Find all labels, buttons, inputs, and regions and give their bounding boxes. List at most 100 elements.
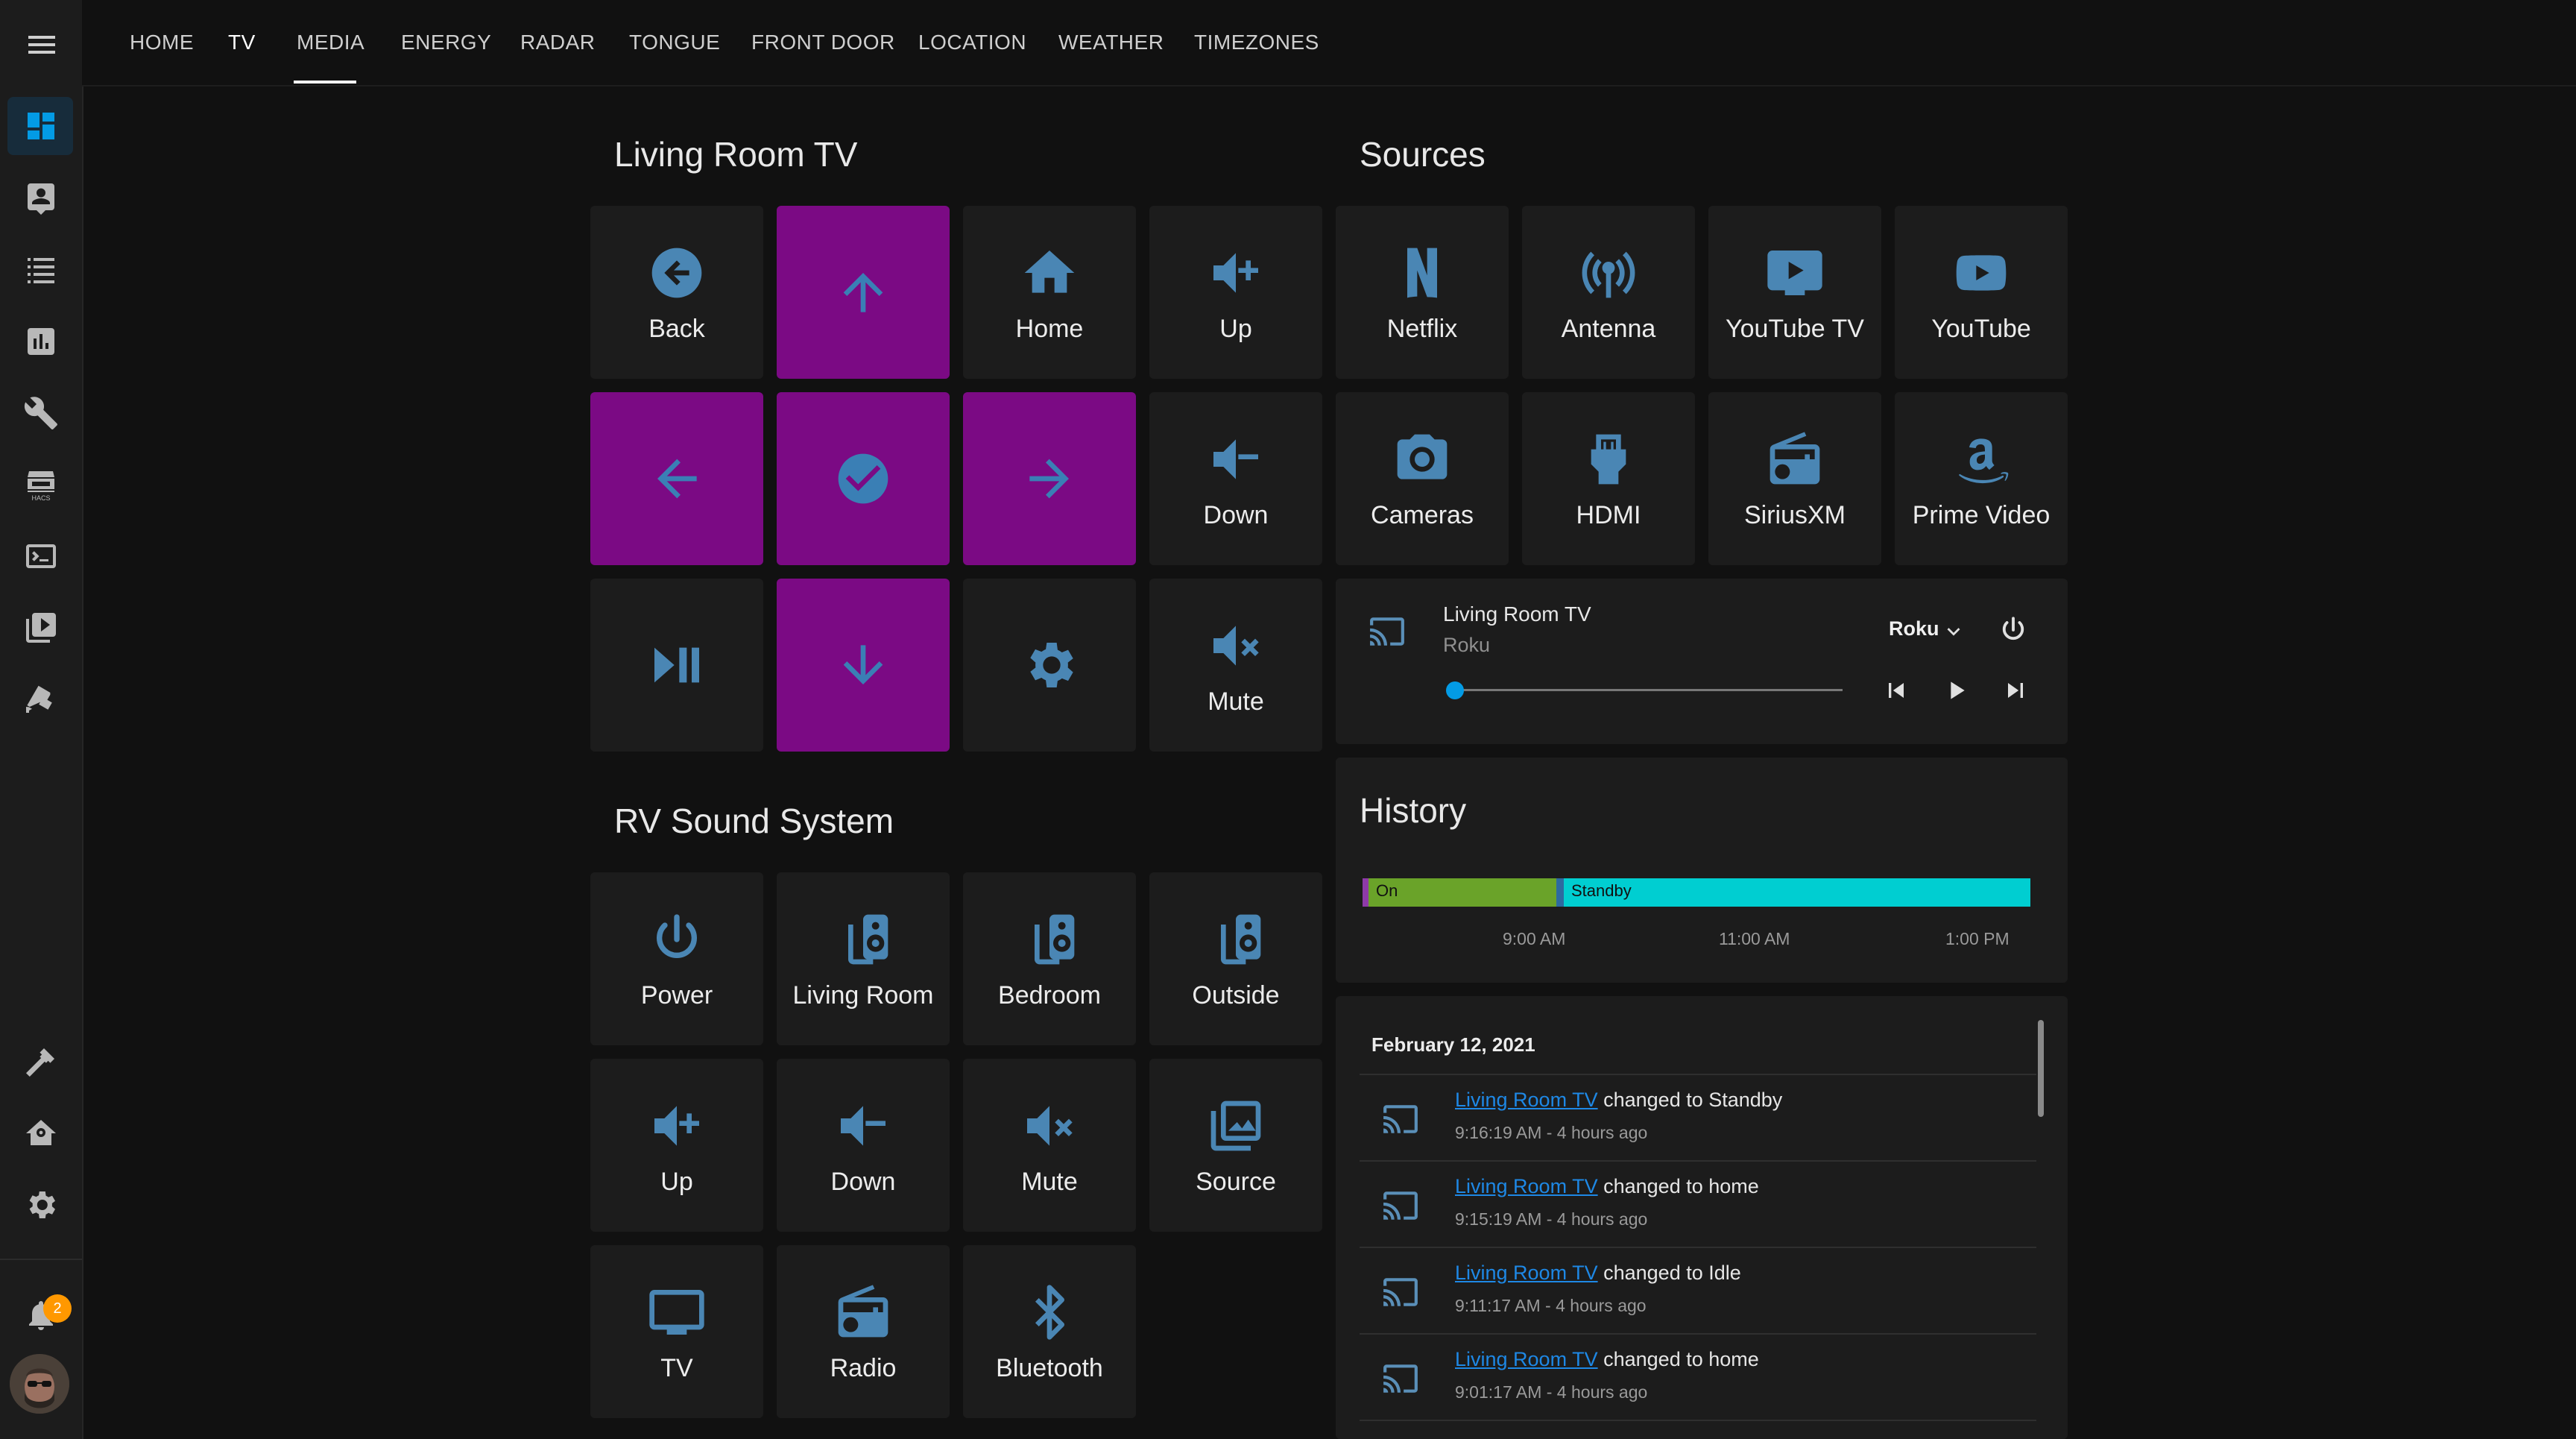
tv-volume-down-label: Down — [1203, 501, 1269, 529]
gear-icon — [1020, 635, 1079, 695]
sidebar: HACS 2 — [0, 0, 83, 1439]
volume-minus-icon — [833, 1096, 893, 1156]
tv-volume-up-label: Up — [1219, 315, 1252, 343]
radio-icon — [1765, 429, 1825, 489]
rv-source-button[interactable]: Source — [1149, 1059, 1322, 1232]
skip-previous-icon[interactable] — [1881, 676, 1911, 705]
play-icon[interactable] — [1941, 676, 1971, 705]
logbook-entry-text: Living Room TV changed to Standby — [1455, 1089, 1782, 1112]
tab-energy[interactable]: ENERGY — [401, 0, 491, 85]
history-icon[interactable] — [23, 324, 59, 359]
logbook-entity-link[interactable]: Living Room TV — [1455, 1089, 1598, 1111]
terminal-icon[interactable] — [23, 538, 59, 574]
skip-next-icon[interactable] — [2001, 676, 2030, 705]
logbook-icon[interactable] — [23, 252, 59, 288]
tv-mute-button[interactable]: Mute — [1149, 579, 1322, 752]
power-icon[interactable] — [1998, 614, 2029, 646]
play-pause-button[interactable] — [590, 579, 763, 752]
tv-volume-down-button[interactable]: Down — [1149, 392, 1322, 565]
history-segment-standby[interactable]: Standby — [1564, 878, 2030, 907]
rv-tv-button[interactable]: TV — [590, 1245, 763, 1418]
rv-bedroom-button[interactable]: Bedroom — [963, 872, 1136, 1045]
tv-settings-button[interactable] — [963, 579, 1136, 752]
source-hdmi-button[interactable]: HDMI — [1522, 392, 1695, 565]
rv-outside-button[interactable]: Outside — [1149, 872, 1322, 1045]
tab-weather[interactable]: WEATHER — [1058, 0, 1164, 85]
image-multiple-icon — [1206, 1096, 1266, 1156]
home-settings-icon[interactable] — [23, 1115, 59, 1151]
tab-location[interactable]: LOCATION — [918, 0, 1026, 85]
tab-media[interactable]: MEDIA — [297, 0, 364, 85]
source-youtube-tv-button[interactable]: YouTube TV — [1708, 206, 1881, 379]
wrench-icon[interactable] — [23, 395, 59, 431]
volume-plus-icon — [647, 1096, 707, 1156]
tab-home[interactable]: HOME — [130, 0, 194, 85]
volume-plus-icon — [1206, 243, 1266, 303]
logbook-scrollbar[interactable] — [2038, 1020, 2044, 1117]
arrow-left-icon — [647, 449, 707, 508]
tv-volume-up-button[interactable]: Up — [1149, 206, 1322, 379]
source-prime-video-button[interactable]: Prime Video — [1895, 392, 2068, 565]
source-select-value[interactable]: Roku — [1889, 617, 1939, 640]
dashboard-icon[interactable] — [23, 108, 59, 144]
logbook-message: changed to home — [1603, 1348, 1759, 1370]
source-cameras-button[interactable]: Cameras — [1336, 392, 1509, 565]
dpad-down-button[interactable] — [777, 579, 950, 752]
dpad-select-button[interactable] — [777, 392, 950, 565]
avatar[interactable] — [10, 1354, 69, 1414]
source-siriusxm-button[interactable]: SiriusXM — [1708, 392, 1881, 565]
dpad-up-button[interactable] — [777, 206, 950, 379]
rv-radio-button[interactable]: Radio — [777, 1245, 950, 1418]
dpad-right-button[interactable] — [963, 392, 1136, 565]
rv-outside-label: Outside — [1192, 981, 1280, 1010]
history-timeline-bar[interactable]: On Standby — [1363, 878, 2030, 907]
hammer-icon[interactable] — [23, 1044, 59, 1080]
source-antenna-button[interactable]: Antenna — [1522, 206, 1695, 379]
youtube-tv-icon — [1765, 243, 1825, 303]
chevron-down-icon[interactable] — [1941, 619, 1966, 644]
source-prime-video-label: Prime Video — [1912, 501, 2051, 529]
logbook-entity-link[interactable]: Living Room TV — [1455, 1175, 1598, 1197]
tab-tv[interactable]: TV — [228, 0, 256, 85]
rv-mute-button[interactable]: Mute — [963, 1059, 1136, 1232]
logbook-time: 9:11:17 AM - 4 hours ago — [1455, 1296, 1647, 1315]
map-icon[interactable] — [23, 180, 59, 216]
logbook-entity-link[interactable]: Living Room TV — [1455, 1348, 1598, 1370]
tab-front-door[interactable]: FRONT DOOR — [751, 0, 895, 85]
monitor-icon — [647, 1282, 707, 1342]
cctv-icon[interactable] — [23, 681, 59, 717]
rv-volume-up-button[interactable]: Up — [590, 1059, 763, 1232]
amazon-icon — [1951, 429, 2011, 489]
dpad-left-button[interactable] — [590, 392, 763, 565]
menu-icon[interactable] — [24, 27, 60, 63]
source-youtube-label: YouTube — [1931, 315, 2031, 343]
history-segment-on[interactable]: On — [1368, 878, 1556, 907]
check-circle-icon — [833, 449, 893, 508]
logbook-message: changed to home — [1603, 1175, 1759, 1197]
media-icon[interactable] — [23, 610, 59, 646]
rv-bluetooth-button[interactable]: Bluetooth — [963, 1245, 1136, 1418]
hacs-icon[interactable]: HACS — [23, 467, 59, 503]
tab-timezones[interactable]: TIMEZONES — [1194, 0, 1319, 85]
rv-volume-down-button[interactable]: Down — [777, 1059, 950, 1232]
rv-power-label: Power — [640, 981, 713, 1010]
logbook-entity-link[interactable]: Living Room TV — [1455, 1262, 1598, 1284]
bluetooth-icon — [1020, 1282, 1079, 1342]
media-progress-knob[interactable] — [1446, 681, 1464, 699]
source-youtube-button[interactable]: YouTube — [1895, 206, 2068, 379]
source-antenna-label: Antenna — [1561, 315, 1656, 343]
home-button[interactable]: Home — [963, 206, 1136, 379]
media-progress-track[interactable] — [1455, 689, 1843, 691]
tab-tongue[interactable]: TONGUE — [629, 0, 720, 85]
speaker-multiple-icon — [833, 910, 893, 969]
gear-icon[interactable] — [23, 1187, 59, 1223]
tv-mute-label: Mute — [1208, 687, 1264, 716]
source-netflix-button[interactable]: Netflix — [1336, 206, 1509, 379]
logbook-divider — [1360, 1420, 2036, 1421]
source-cameras-label: Cameras — [1371, 501, 1474, 529]
rv-power-button[interactable]: Power — [590, 872, 763, 1045]
source-siriusxm-label: SiriusXM — [1743, 501, 1846, 529]
rv-living-room-button[interactable]: Living Room — [777, 872, 950, 1045]
back-button[interactable]: Back — [590, 206, 763, 379]
tab-radar[interactable]: RADAR — [520, 0, 596, 85]
